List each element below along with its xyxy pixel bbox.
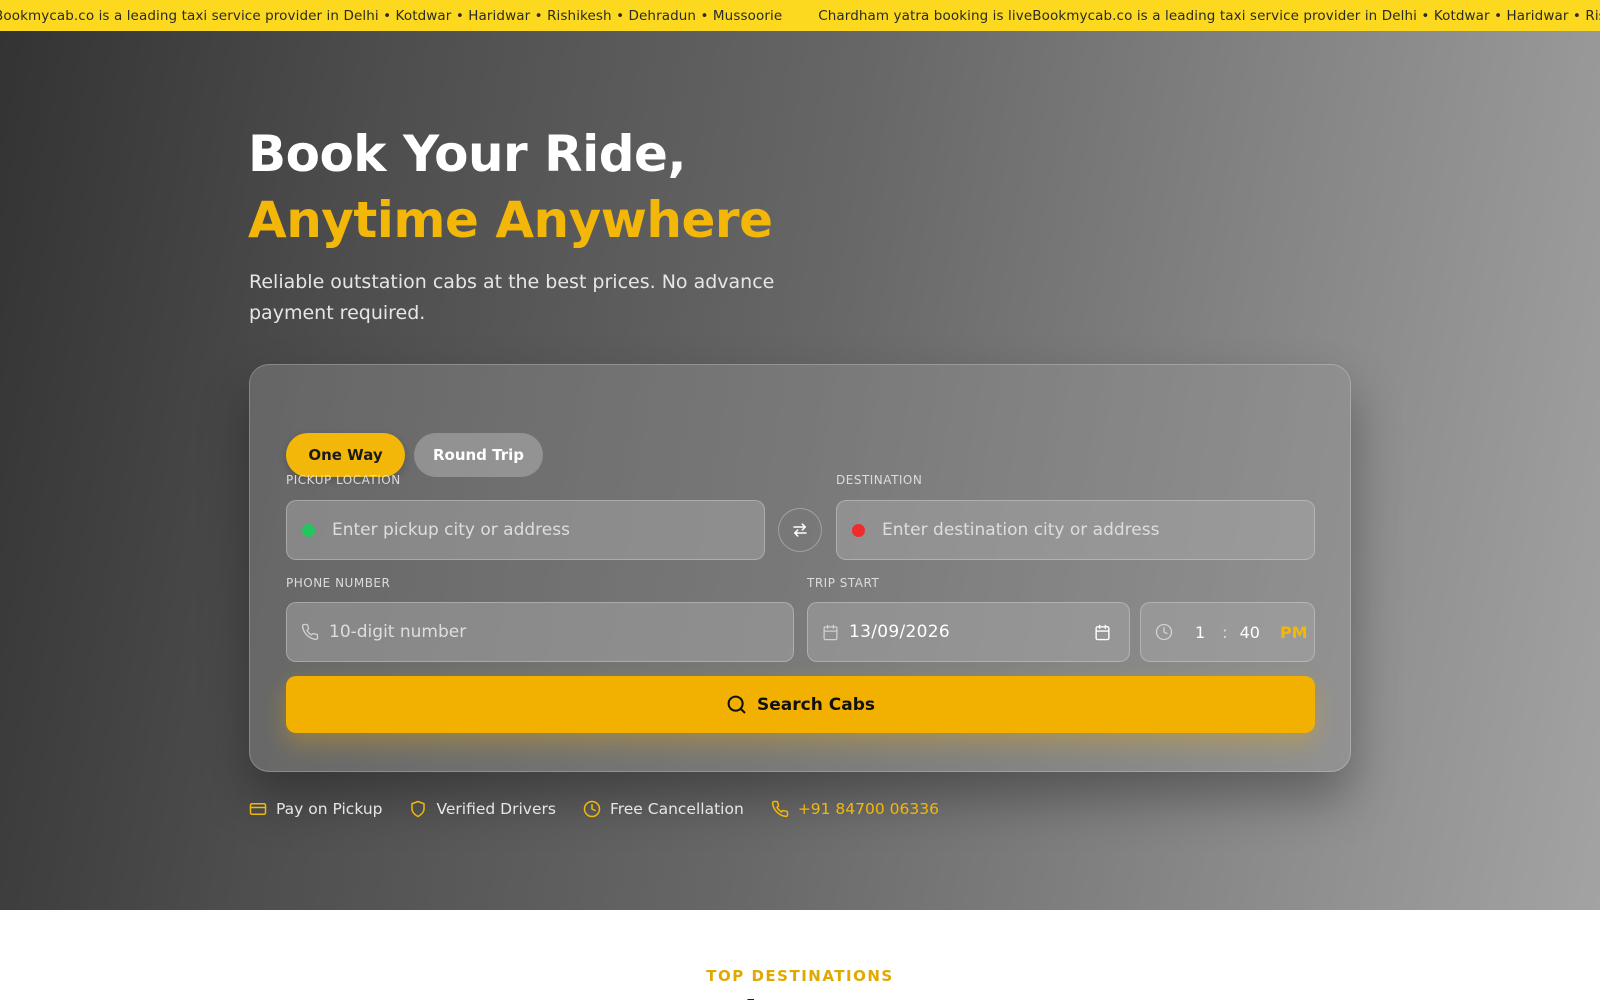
tab-round-trip[interactable]: Round Trip: [414, 433, 543, 477]
hero-title-line2: Anytime Anywhere: [248, 191, 773, 249]
time-ampm-toggle[interactable]: PM: [1280, 623, 1308, 642]
time-separator: :: [1222, 622, 1228, 642]
time-hour[interactable]: 1: [1195, 623, 1205, 642]
pickup-input[interactable]: [332, 501, 764, 559]
trip-start-label: TRIP START: [807, 576, 880, 590]
hero-subtitle: Reliable outstation cabs at the best pri…: [249, 271, 775, 324]
section-title: Popular Routes: [0, 990, 1600, 1000]
ticker-item: Bookmycab.co is a leading taxi service p…: [0, 7, 783, 24]
tab-one-way[interactable]: One Way: [286, 433, 405, 477]
announcement-ticker: Bookmycab.co is a leading taxi service p…: [0, 0, 1600, 31]
feature-pay-on-pickup: Pay on Pickup: [249, 800, 382, 818]
feature-label: Verified Drivers: [436, 800, 556, 818]
search-icon: [727, 695, 746, 714]
phone-icon: [301, 623, 319, 641]
pickup-dot-icon: [302, 523, 315, 537]
phone-input[interactable]: [329, 603, 793, 661]
feature-label: Free Cancellation: [609, 800, 744, 818]
call-phone-link[interactable]: +91 84700 06336: [771, 800, 939, 818]
phone-icon: [771, 800, 789, 818]
destination-dot-icon: [852, 523, 865, 537]
pickup-field[interactable]: [286, 500, 765, 560]
feature-verified-drivers: Verified Drivers: [409, 800, 556, 818]
trip-date-field[interactable]: 13/09/2026: [807, 602, 1130, 662]
clock-icon: [1155, 623, 1173, 641]
swap-locations-button[interactable]: [778, 508, 822, 552]
phone-number[interactable]: +91 84700 06336: [798, 800, 939, 818]
search-cabs-button[interactable]: Search Cabs: [286, 676, 1315, 733]
trip-date-value[interactable]: 13/09/2026: [849, 622, 1094, 642]
shield-icon: [411, 800, 426, 818]
clock-icon: [583, 800, 601, 818]
date-picker-icon[interactable]: [1094, 624, 1111, 641]
ticker-item: Chardham yatra booking is liveBookmycab.…: [818, 8, 1600, 24]
credit-card-icon: [249, 803, 267, 815]
ticker-track: Bookmycab.co is a leading taxi service p…: [0, 8, 1600, 24]
section-eyebrow: TOP DESTINATIONS: [706, 967, 894, 985]
search-cabs-label: Search Cabs: [757, 694, 875, 715]
swap-arrows-icon: [793, 523, 807, 537]
feature-label: Pay on Pickup: [276, 800, 383, 818]
time-minute[interactable]: 40: [1240, 623, 1260, 642]
calendar-icon: [822, 624, 839, 641]
phone-field[interactable]: [286, 602, 794, 662]
destination-label: DESTINATION: [836, 473, 923, 487]
ticker-item-live: Chardham yatra booking is live: [818, 7, 1033, 24]
feature-free-cancellation: Free Cancellation: [583, 800, 744, 818]
hero-heading: Book Your Ride, Anytime Anywhere: [248, 121, 773, 253]
phone-label: PHONE NUMBER: [286, 576, 391, 590]
hero-title-line1: Book Your Ride,: [248, 125, 686, 183]
hero-section: Book Your Ride, Anytime Anywhere Reliabl…: [0, 31, 1600, 910]
destination-input[interactable]: [882, 501, 1314, 559]
feature-strip: Pay on Pickup Verified Drivers Free Canc…: [249, 800, 966, 818]
trip-time-field[interactable]: 1 : 40 PM: [1140, 602, 1315, 662]
destination-field[interactable]: [836, 500, 1315, 560]
pickup-label: PICKUP LOCATION: [286, 473, 401, 487]
booking-card: One Way Round Trip PICKUP LOCATION DESTI…: [249, 364, 1351, 772]
ticker-item-repeat: Bookmycab.co is a leading taxi service p…: [1032, 7, 1600, 24]
